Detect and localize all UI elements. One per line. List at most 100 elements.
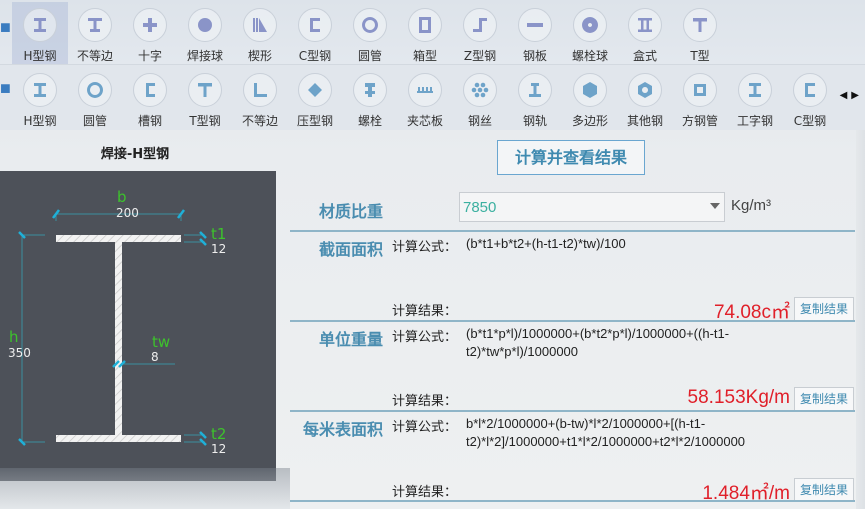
scroll-left-icon[interactable]: ◀ [840, 90, 848, 101]
bolt-icon [353, 73, 387, 107]
tool-rail[interactable]: 钢轨 [507, 67, 563, 129]
z-steel-icon [463, 8, 497, 42]
side-tab-stub-2[interactable]: ■ [0, 79, 10, 97]
cross-icon [133, 8, 167, 42]
tool-round-tube[interactable]: 圆管 [342, 2, 398, 64]
tool-label: 工字钢 [736, 114, 773, 128]
tool-label: H型钢 [23, 114, 57, 128]
angle-icon [243, 73, 277, 107]
tw-label: tw [152, 333, 170, 351]
chevron-down-icon[interactable] [710, 203, 720, 209]
diagram-title: 焊接-H型钢 [100, 147, 170, 162]
section-surface-label: 每米表面积 [303, 420, 384, 439]
density-select[interactable]: 7850 [459, 192, 725, 222]
result-label: 计算结果： [392, 485, 458, 500]
tool-c-channel[interactable]: C型钢 [287, 2, 343, 64]
c-channel-icon [793, 73, 827, 107]
steel-plate-icon [518, 8, 552, 42]
box-icon [408, 8, 442, 42]
tool-h-beam[interactable]: H型钢 [12, 2, 68, 64]
tool-c-channel[interactable]: C型钢 [782, 67, 838, 129]
tool-cross[interactable]: 十字 [122, 2, 178, 64]
round-tube-icon [78, 73, 112, 107]
t1-value: 12 [211, 242, 226, 256]
result-value: 58.153Kg/m [687, 387, 790, 408]
tool-other-steel[interactable]: 其他钢 [617, 67, 673, 129]
welded-ball-icon [188, 8, 222, 42]
h-beam-icon [23, 8, 57, 42]
shape-toolbar-primary: ■ H型钢 不等边 十字 焊接球 楔形 C型钢 圆管 箱型 Z型钢 钢板 螺栓球 盒式 T型 [0, 0, 865, 65]
h-beam-icon [23, 73, 57, 107]
tool-h-beam[interactable]: H型钢 [12, 67, 68, 129]
tool-unequal-beam[interactable]: 不等边 [67, 2, 123, 64]
tool-label: 钢丝 [467, 114, 492, 128]
tool-label: 不等边 [241, 114, 278, 128]
tool-box-type[interactable]: 盒式 [617, 2, 673, 64]
web [115, 242, 122, 437]
tool-i-beam[interactable]: 工字钢 [727, 67, 783, 129]
tool-square-tube[interactable]: 方钢管 [672, 67, 728, 129]
side-tab-stub[interactable]: ■ [0, 18, 10, 36]
divider [290, 320, 855, 322]
tool-z-steel[interactable]: Z型钢 [452, 2, 508, 64]
tool-label: 夹芯板 [406, 114, 443, 128]
tool-bolt-ball[interactable]: 螺栓球 [562, 2, 618, 64]
t-shape-icon [683, 8, 717, 42]
copy-result-button[interactable]: 复制结果 [794, 478, 854, 502]
tool-steel-wire[interactable]: 钢丝 [452, 67, 508, 129]
tw-value: 8 [151, 350, 159, 364]
tool-welded-ball[interactable]: 焊接球 [177, 2, 233, 64]
steel-wire-icon [463, 73, 497, 107]
section-weight-label: 单位重量 [319, 330, 384, 349]
c-channel-icon [298, 8, 332, 42]
window-edge [856, 130, 865, 509]
tool-t-steel[interactable]: T型钢 [177, 67, 233, 129]
formula-label: 计算公式： [392, 330, 458, 345]
tool-round-tube[interactable]: 圆管 [67, 67, 123, 129]
tool-label: C型钢 [793, 114, 827, 128]
sandwich-panel-icon [408, 73, 442, 107]
shape-toolbar-secondary: ■ H型钢 圆管 槽钢 T型钢 不等边 压型钢 螺栓 夹芯板 钢丝 钢轨 多边形 其他钢 方钢管 工字钢 C… [0, 65, 865, 130]
tool-label: Z型钢 [463, 49, 497, 63]
polygon-icon [573, 73, 607, 107]
formula-label: 计算公式： [392, 420, 458, 435]
tool-steel-plate[interactable]: 钢板 [507, 2, 563, 64]
tool-label: H型钢 [23, 49, 57, 63]
tool-sandwich-panel[interactable]: 夹芯板 [397, 67, 453, 129]
tool-angle[interactable]: 不等边 [232, 67, 288, 129]
formula-text: (b*t1+b*t2+(h-t1-t2)*tw)/100 [466, 236, 626, 251]
i-beam-icon [738, 73, 772, 107]
tool-profiled-steel[interactable]: 压型钢 [287, 67, 343, 129]
tool-t-shape[interactable]: T型 [672, 2, 728, 64]
top-flange [56, 235, 181, 242]
calculate-button[interactable]: 计算并查看结果 [497, 140, 645, 175]
density-label: 材质比重 [319, 202, 384, 221]
tool-box[interactable]: 箱型 [397, 2, 453, 64]
divider [290, 230, 855, 232]
tool-label: 螺栓 [357, 114, 382, 128]
other-steel-icon [628, 73, 662, 107]
tool-label: 钢板 [522, 49, 547, 63]
tool-polygon[interactable]: 多边形 [562, 67, 618, 129]
bolt-ball-icon [573, 8, 607, 42]
tool-channel[interactable]: 槽钢 [122, 67, 178, 129]
result-label: 计算结果： [392, 394, 458, 409]
tool-bolt[interactable]: 螺栓 [342, 67, 398, 129]
tool-label: 钢轨 [522, 114, 547, 128]
t2-value: 12 [211, 442, 226, 456]
tool-label: 其他钢 [626, 114, 663, 128]
density-unit: Kg/m³ [731, 197, 772, 214]
tool-label: 压型钢 [296, 114, 333, 128]
rail-icon [518, 73, 552, 107]
tool-label: 螺栓球 [571, 49, 608, 63]
square-tube-icon [683, 73, 717, 107]
scroll-right-icon[interactable]: ▶ [851, 90, 859, 101]
divider [290, 410, 855, 412]
tool-label: 不等边 [76, 49, 113, 63]
tool-wedge[interactable]: 楔形 [232, 2, 288, 64]
copy-result-button[interactable]: 复制结果 [794, 387, 854, 411]
tool-label: T型 [690, 49, 710, 63]
copy-result-button[interactable]: 复制结果 [794, 297, 854, 321]
round-tube-icon [353, 8, 387, 42]
tool-label: C型钢 [298, 49, 332, 63]
